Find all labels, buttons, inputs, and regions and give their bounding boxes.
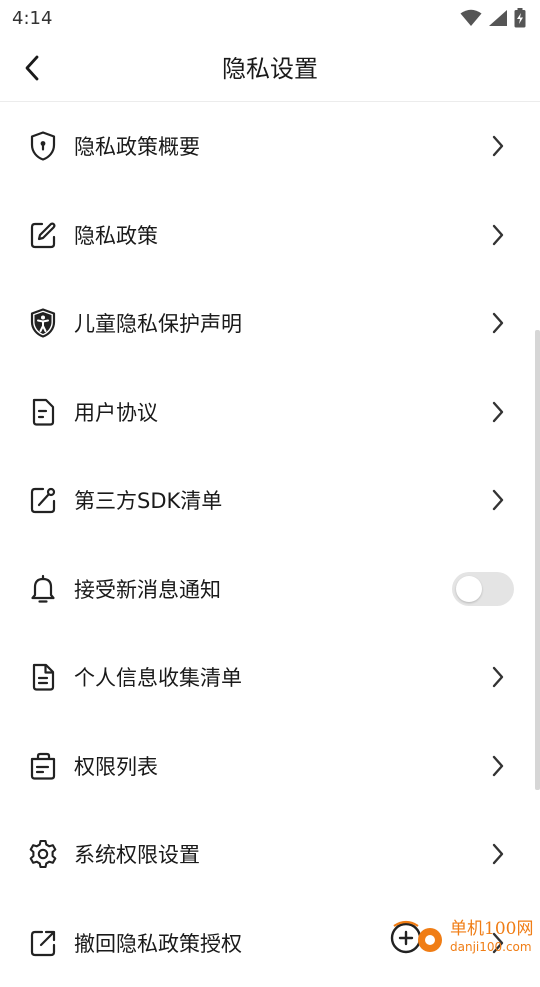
scrollbar[interactable] (535, 330, 540, 790)
menu-item-label: 系统权限设置 (74, 839, 200, 869)
file-list-icon (27, 661, 59, 693)
bell-icon (27, 573, 59, 605)
menu-item-personal-info-collection-list[interactable]: 个人信息收集清单 (0, 633, 540, 722)
menu-item-label: 接受新消息通知 (74, 574, 221, 604)
menu-item-label: 权限列表 (74, 751, 158, 781)
menu-item-label: 个人信息收集清单 (74, 662, 242, 692)
gear-icon (27, 838, 59, 870)
signal-icon (488, 9, 508, 27)
edit-note-icon (27, 219, 59, 251)
status-time: 4:14 (12, 8, 52, 29)
menu-item-new-message-notification: 接受新消息通知 (0, 545, 540, 634)
menu-item-children-privacy-statement[interactable]: 儿童隐私保护声明 (0, 279, 540, 368)
menu-item-user-agreement[interactable]: 用户协议 (0, 368, 540, 457)
menu-item-privacy-policy[interactable]: 隐私政策 (0, 191, 540, 280)
toggle-knob (456, 576, 482, 602)
chevron-right-icon (490, 842, 506, 866)
battery-charging-icon (514, 8, 526, 28)
chevron-right-icon (490, 400, 506, 424)
menu-item-label: 用户协议 (74, 397, 158, 427)
watermark-url: danji100.com (450, 939, 533, 955)
menu-item-permission-list[interactable]: 权限列表 (0, 722, 540, 811)
chevron-right-icon (490, 665, 506, 689)
shield-keyhole-icon (27, 130, 59, 162)
menu-item-third-party-sdk-list[interactable]: 第三方SDK清单 (0, 456, 540, 545)
menu-item-label: 隐私政策 (74, 220, 158, 250)
menu-item-privacy-policy-summary[interactable]: 隐私政策概要 (0, 102, 540, 191)
system-icons (460, 8, 526, 28)
share-edit-icon (27, 484, 59, 516)
watermark-site-name: 单机100网 (450, 919, 533, 939)
status-bar: 4:14 (0, 0, 540, 36)
briefcase-list-icon (27, 750, 59, 782)
watermark: 单机100网 danji100.com (386, 914, 538, 960)
chevron-right-icon (490, 134, 506, 158)
menu-item-label: 第三方SDK清单 (74, 485, 222, 515)
external-link-icon (27, 927, 59, 959)
page-title: 隐私设置 (0, 36, 540, 102)
menu-item-system-permission-settings[interactable]: 系统权限设置 (0, 810, 540, 899)
watermark-logo-icon (386, 916, 448, 958)
notification-toggle[interactable] (452, 572, 514, 606)
document-icon (27, 396, 59, 428)
settings-list: 隐私政策概要 隐私政策 儿童隐私保护声明 用户协议 第三方SDK清单 (0, 102, 540, 987)
chevron-right-icon (490, 223, 506, 247)
chevron-right-icon (490, 311, 506, 335)
navigation-bar: 隐私设置 (0, 36, 540, 102)
child-shield-icon (27, 307, 59, 339)
menu-item-label: 撤回隐私政策授权 (74, 928, 242, 958)
chevron-right-icon (490, 488, 506, 512)
chevron-right-icon (490, 754, 506, 778)
menu-item-label: 儿童隐私保护声明 (74, 308, 242, 338)
menu-item-label: 隐私政策概要 (74, 131, 200, 161)
wifi-icon (460, 9, 482, 27)
